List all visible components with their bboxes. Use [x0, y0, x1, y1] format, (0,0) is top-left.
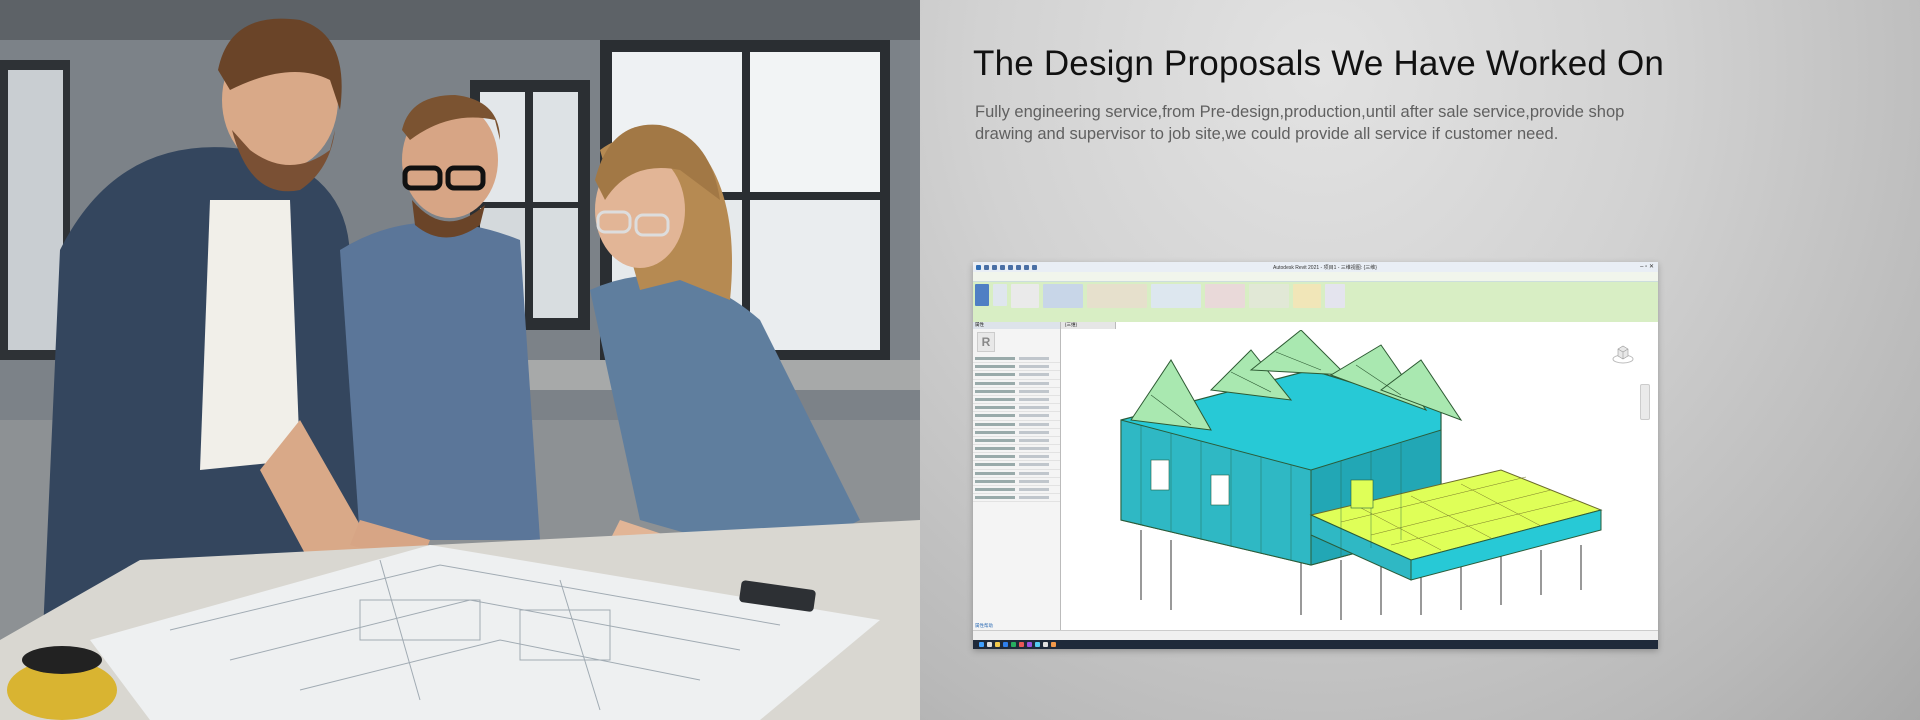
content-panel: The Design Proposals We Have Worked On F… — [920, 0, 1920, 720]
windows-taskbar — [973, 640, 1658, 649]
section-description: Fully engineering service,from Pre-desig… — [975, 103, 1625, 143]
status-bar — [973, 630, 1658, 640]
building-model — [1120, 330, 1603, 620]
properties-help-link[interactable]: 属性帮助 — [975, 623, 993, 629]
ribbon-tabs — [973, 272, 1658, 282]
revit-workspace: 属性 R 属性帮助 {三维} — [973, 322, 1658, 631]
section-title: The Design Proposals We Have Worked On — [973, 44, 1665, 83]
app-window-title: Autodesk Revit 2021 - 项目1 - 三维视图: {三维} — [1273, 265, 1377, 271]
team-photo — [0, 0, 920, 720]
revit-screenshot: Autodesk Revit 2021 - 项目1 - 三维视图: {三维} –… — [973, 262, 1658, 649]
quick-access-toolbar: Autodesk Revit 2021 - 项目1 - 三维视图: {三维} –… — [973, 262, 1658, 272]
view-tab[interactable]: {三维} — [1061, 322, 1116, 329]
3d-view: {三维} — [1061, 322, 1658, 631]
properties-header: 属性 — [973, 322, 1060, 329]
ribbon-panel — [973, 282, 1658, 319]
revit-logo-icon: R — [977, 332, 995, 352]
window-controls: – ▫ ✕ — [1640, 264, 1654, 270]
navigation-bar[interactable] — [1640, 384, 1650, 420]
properties-palette: 属性 R 属性帮助 — [973, 322, 1061, 631]
team-photo-illustration — [0, 0, 920, 720]
